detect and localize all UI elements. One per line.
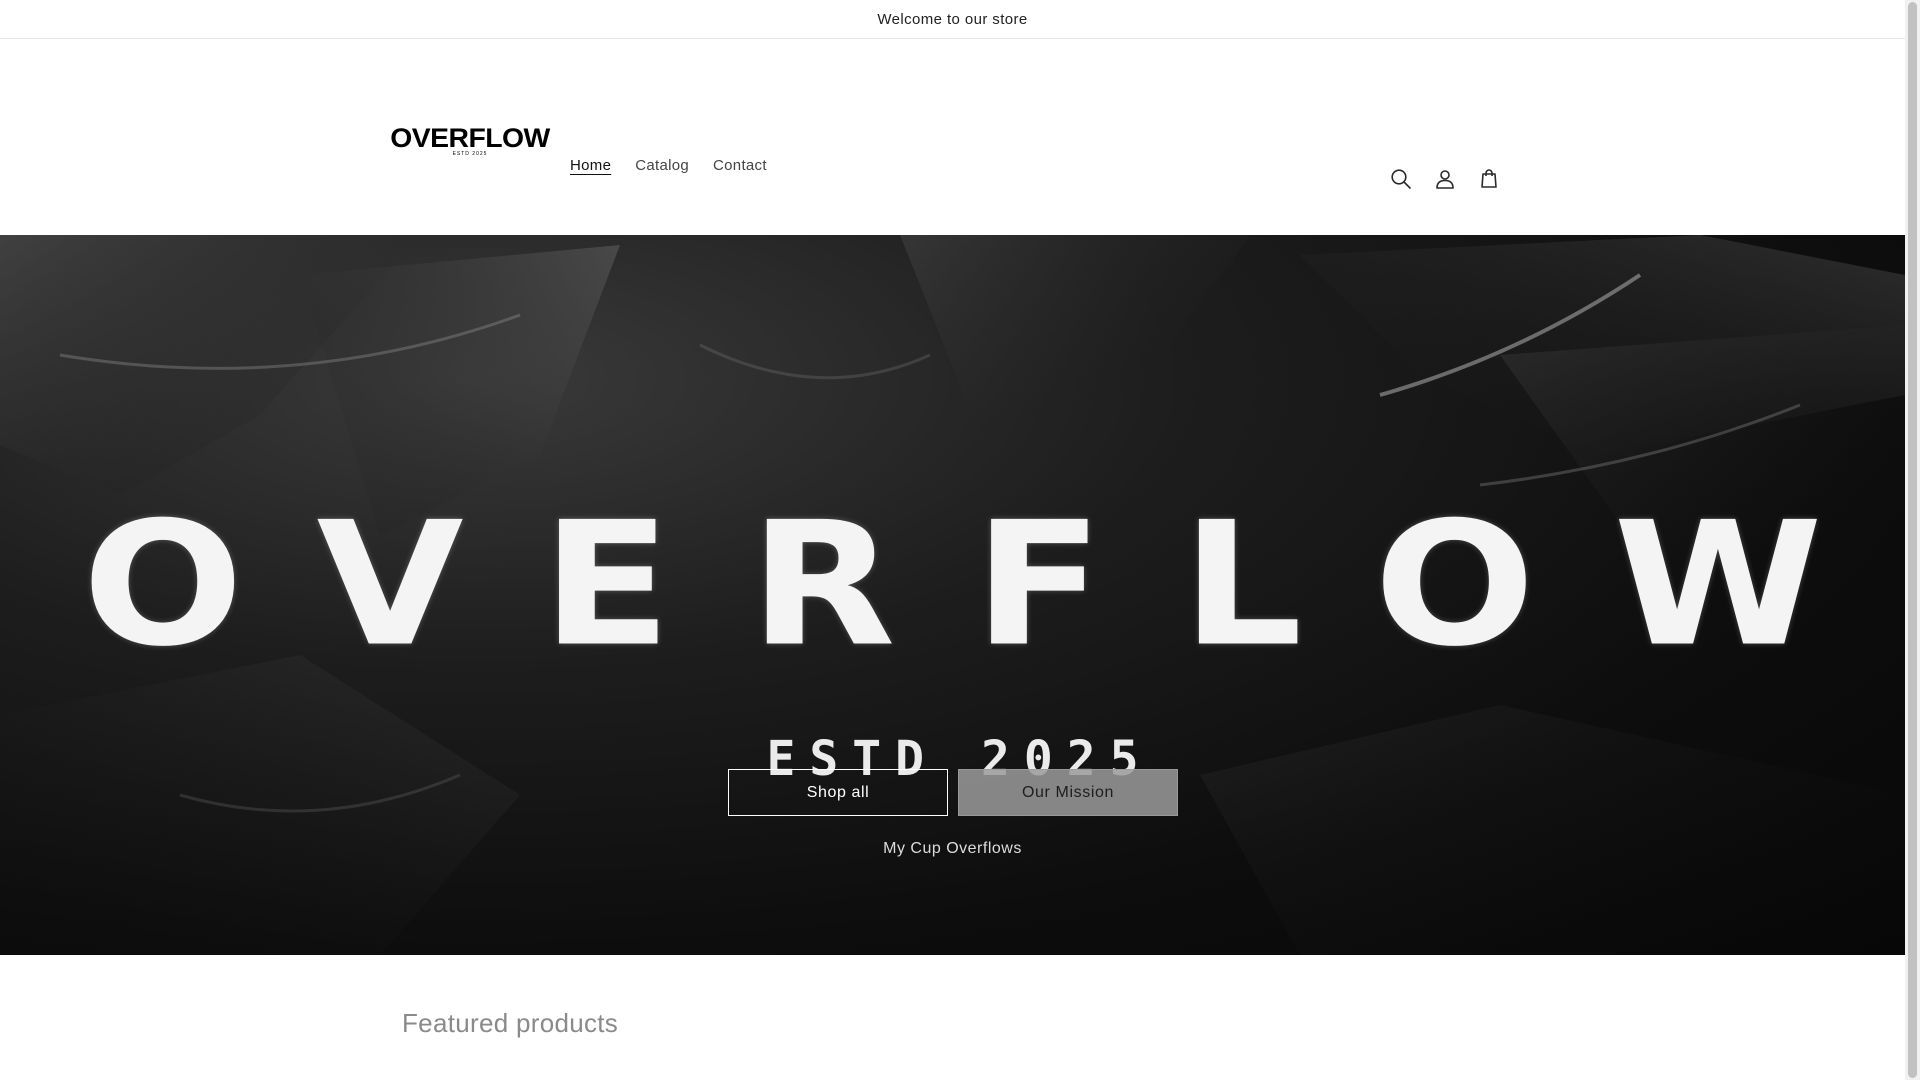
scrollbar-thumb[interactable] (1908, 2, 1917, 1078)
announcement-bar: Welcome to our store (0, 0, 1905, 39)
store-logo[interactable]: OVERFLOW ESTD 2025 (390, 125, 550, 165)
logo-wordmark: OVERFLOW (390, 123, 550, 153)
hero-banner: OVERFLOW ESTD 2025 Shop all Our Mission … (0, 235, 1905, 955)
hero-buttons: Shop all Our Mission (728, 769, 1178, 816)
featured-products-heading: Featured products (402, 1008, 619, 1038)
hero-tagline: My Cup Overflows (883, 840, 1022, 857)
page-scrollbar[interactable] (1905, 0, 1920, 1080)
announcement-text: Welcome to our store (877, 10, 1028, 28)
shop-all-button[interactable]: Shop all (728, 769, 948, 816)
nav-link-home[interactable]: Home (570, 157, 611, 174)
hero-title: OVERFLOW (82, 485, 1901, 684)
cart-icon[interactable] (1467, 157, 1511, 201)
header-icons (1379, 157, 1511, 201)
main-nav: Home Catalog Contact (570, 157, 791, 174)
search-icon[interactable] (1379, 157, 1423, 201)
account-icon[interactable] (1423, 157, 1467, 201)
our-mission-button[interactable]: Our Mission (958, 769, 1178, 816)
nav-link-catalog[interactable]: Catalog (635, 157, 689, 174)
site-header: OVERFLOW ESTD 2025 Home Catalog Contact (0, 39, 1905, 235)
nav-link-contact[interactable]: Contact (713, 157, 767, 174)
page: Welcome to our store OVERFLOW ESTD 2025 … (0, 0, 1920, 1080)
